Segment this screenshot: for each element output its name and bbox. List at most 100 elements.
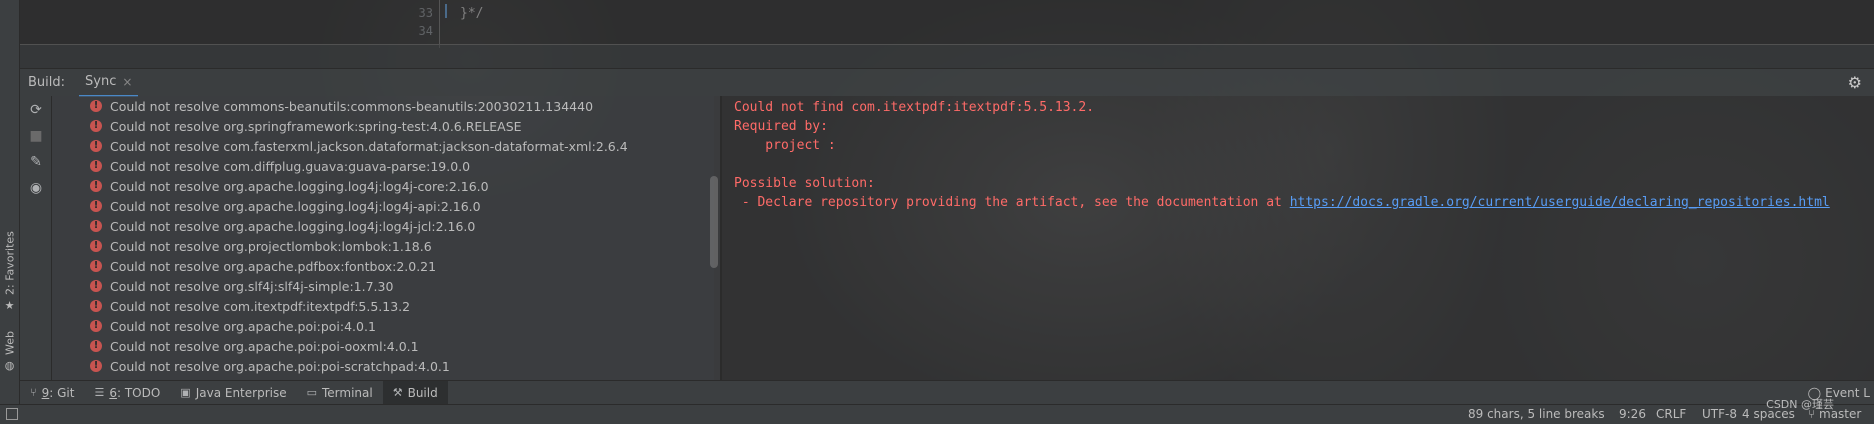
hammer-icon: ⚒ (392, 386, 403, 399)
error-icon: ! (90, 320, 102, 332)
tab-java-enterprise[interactable]: ▣ Java Enterprise (170, 381, 296, 405)
favorites-tab[interactable]: ★ 2: Favorites (2, 228, 18, 312)
web-tab[interactable]: ◍ Web (2, 326, 18, 372)
error-row-label: Could not resolve org.slf4j:slf4j-simple… (110, 278, 394, 294)
error-row-label: Could not resolve org.apache.pdfbox:font… (110, 258, 437, 274)
editor-gutter: 33 34 (392, 0, 440, 48)
build-toolbar: ⟳ ■ ✎ ◉ (20, 96, 52, 380)
error-tree-row[interactable]: ! Could not resolve org.apache.poi:poi-sc… (90, 356, 450, 376)
tab-todo[interactable]: ☰ 6: TODO (84, 381, 170, 405)
refresh-icon[interactable]: ⟳ (26, 100, 46, 120)
gear-icon[interactable]: ⚙ (1848, 73, 1862, 92)
error-row-label: Could not resolve org.apache.poi:poi-scr… (110, 358, 450, 374)
left-tool-strip: ★ 2: Favorites ◍ Web (0, 0, 20, 424)
error-row-label: Could not resolve org.projectlombok:lomb… (110, 238, 432, 254)
console-line: Required by: (734, 119, 828, 134)
web-tab-label: Web (3, 331, 17, 355)
error-tree-row[interactable]: ! Could not resolve com.itextpdf:itextpdf… (90, 296, 410, 316)
error-icon: ! (90, 300, 102, 312)
error-icon: ! (90, 140, 102, 152)
watermark: CSDN @瑾芸 (1766, 398, 1834, 411)
close-icon[interactable]: × (122, 75, 132, 89)
bottom-tool-tabs: ⑂ 9: Git ☰ 6: TODO ▣ Java Enterprise ▭ T… (20, 380, 1874, 405)
error-row-label: Could not resolve org.springframework:sp… (110, 118, 522, 134)
error-row-label: Could not resolve org.apache.logging.log… (110, 178, 489, 194)
error-tree-row[interactable]: ! Could not resolve org.apache.poi:poi:4.… (90, 316, 376, 336)
error-icon: ! (90, 200, 102, 212)
globe-icon: ◍ (3, 359, 17, 372)
status-selection[interactable]: 89 chars, 5 line breaks (1468, 407, 1605, 421)
error-row-label: Could not resolve org.apache.logging.log… (110, 198, 481, 214)
status-encoding[interactable]: UTF-8 (1702, 407, 1737, 421)
console-line: Could not find com.itextpdf:itextpdf:5.5… (734, 100, 1095, 115)
status-line-separator[interactable]: CRLF (1656, 407, 1686, 421)
error-tree-row[interactable]: ! Could not resolve org.apache.logging.lo… (90, 216, 475, 236)
error-tree-row[interactable]: ! Could not resolve org.slf4j:slf4j-simpl… (90, 276, 393, 296)
tab-sync[interactable]: Sync × (79, 69, 139, 97)
error-icon: ! (90, 340, 102, 352)
tab-build[interactable]: ⚒ Build (382, 380, 448, 405)
list-icon: ☰ (94, 386, 105, 399)
stop-icon[interactable]: ■ (26, 126, 46, 146)
error-tree-row[interactable]: ! Could not resolve org.apache.pdfbox:fon… (90, 256, 436, 276)
console-line: project : (734, 138, 836, 153)
console-line: - Declare repository providing the artif… (734, 195, 1830, 210)
fold-marker[interactable] (445, 4, 453, 18)
error-row-label: Could not resolve com.itextpdf:itextpdf:… (110, 298, 411, 314)
favorites-tab-label: 2: Favorites (3, 231, 17, 295)
code-line[interactable]: }*/ (460, 6, 483, 21)
pin-icon[interactable]: ✎ (26, 152, 46, 172)
java-enterprise-icon: ▣ (180, 386, 191, 399)
error-icon: ! (90, 260, 102, 272)
error-tree-row[interactable]: ! Could not resolve com.fasterxml.jackson… (90, 136, 628, 156)
tab-todo-number: 6 (109, 385, 117, 400)
error-row-label: Could not resolve com.diffplug.guava:gua… (110, 158, 471, 174)
tab-build-label: Build (407, 385, 438, 400)
error-tree-row[interactable]: ! Could not resolve org.apache.logging.lo… (90, 176, 489, 196)
error-icon: ! (90, 120, 102, 132)
tab-todo-label: : TODO (116, 385, 161, 400)
error-tree-row[interactable]: ! Could not resolve org.projectlombok:lom… (90, 236, 432, 256)
toggle-tool-windows-icon[interactable] (6, 408, 18, 420)
build-console-output[interactable]: Could not find com.itextpdf:itextpdf:5.5… (722, 96, 1874, 380)
status-bar: 89 chars, 5 line breaks 9:26 CRLF UTF-8 … (0, 404, 1874, 424)
tab-terminal-label: Terminal (322, 385, 373, 400)
tab-git[interactable]: ⑂ 9: Git (20, 381, 84, 405)
error-icon: ! (90, 180, 102, 192)
error-icon: ! (90, 220, 102, 232)
star-icon: ★ (3, 299, 17, 312)
tab-terminal[interactable]: ▭ Terminal (297, 381, 383, 405)
tab-java-enterprise-label: Java Enterprise (195, 385, 287, 400)
console-text: - Declare repository providing the artif… (734, 195, 1290, 210)
error-row-label: Could not resolve org.apache.poi:poi-oox… (110, 338, 419, 354)
line-number: 34 (418, 24, 433, 38)
terminal-icon: ▭ (306, 386, 317, 399)
editor-bottom-bar (20, 44, 1874, 68)
eye-icon[interactable]: ◉ (26, 178, 46, 198)
error-row-label: Could not resolve com.fasterxml.jackson.… (110, 138, 628, 154)
error-row-label: Could not resolve org.apache.poi:poi:4.0… (110, 318, 376, 334)
error-icon: ! (90, 100, 102, 112)
error-tree-row[interactable]: ! Could not resolve org.apache.poi:poi-oo… (90, 336, 419, 356)
error-row-label: Could not resolve commons-beanutils:comm… (110, 98, 594, 114)
error-icon: ! (90, 280, 102, 292)
build-error-tree[interactable]: ! Could not resolve commons-beanutils:com… (52, 96, 714, 380)
error-row-label: Could not resolve org.apache.logging.log… (110, 218, 476, 234)
error-tree-row[interactable]: ! Could not resolve commons-beanutils:com… (90, 96, 593, 116)
tab-sync-label: Sync (85, 74, 117, 89)
line-number: 33 (418, 6, 433, 20)
tree-scrollbar[interactable] (710, 176, 718, 268)
error-tree-row[interactable]: ! Could not resolve org.springframework:s… (90, 116, 522, 136)
console-line: Possible solution: (734, 176, 875, 191)
error-icon: ! (90, 360, 102, 372)
status-caret-position[interactable]: 9:26 (1619, 407, 1646, 421)
error-icon: ! (90, 240, 102, 252)
git-branch-icon: ⑂ (30, 386, 37, 399)
tab-git-label: : Git (49, 385, 75, 400)
error-tree-row[interactable]: ! Could not resolve org.apache.logging.lo… (90, 196, 481, 216)
build-title: Build: (28, 75, 66, 90)
docs-link[interactable]: https://docs.gradle.org/current/userguid… (1290, 195, 1830, 210)
error-tree-row[interactable]: ! Could not resolve com.diffplug.guava:gu… (90, 156, 470, 176)
build-tool-window-header: Build: Sync × ⚙ (20, 68, 1874, 97)
error-icon: ! (90, 160, 102, 172)
